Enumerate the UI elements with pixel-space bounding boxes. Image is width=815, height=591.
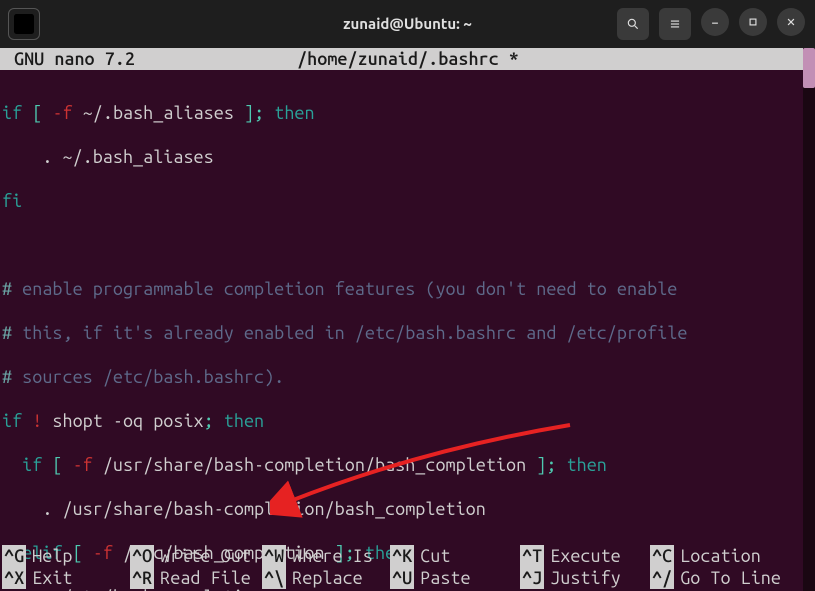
close-button[interactable] xyxy=(777,8,805,36)
editor-content[interactable]: if [ -f ~/.bash_aliases ]; then . ~/.bas… xyxy=(0,70,815,591)
nano-file-name: /home/zunaid/.bashrc * xyxy=(15,48,801,70)
menu-button[interactable] xyxy=(659,8,691,40)
nano-header: GNU nano 7.2 /home/zunaid/.bashrc * xyxy=(0,48,815,70)
window-title: zunaid@Ubuntu: ~ xyxy=(343,13,472,35)
maximize-button[interactable] xyxy=(739,8,767,36)
window-titlebar: zunaid@Ubuntu: ~ xyxy=(0,0,815,48)
shortcut-label: Help xyxy=(26,545,72,567)
scrollbar[interactable] xyxy=(803,48,815,591)
nano-shortcuts: ^GHelp ^OWrite Out ^WWhere Is ^KCut ^TEx… xyxy=(0,545,801,591)
search-button[interactable] xyxy=(617,8,649,40)
new-tab-button[interactable] xyxy=(8,8,40,40)
shortcut-key: ^G xyxy=(2,545,26,567)
terminal-area[interactable]: GNU nano 7.2 /home/zunaid/.bashrc * if [… xyxy=(0,48,815,591)
scrollbar-thumb[interactable] xyxy=(803,48,815,88)
minimize-button[interactable] xyxy=(701,8,729,36)
